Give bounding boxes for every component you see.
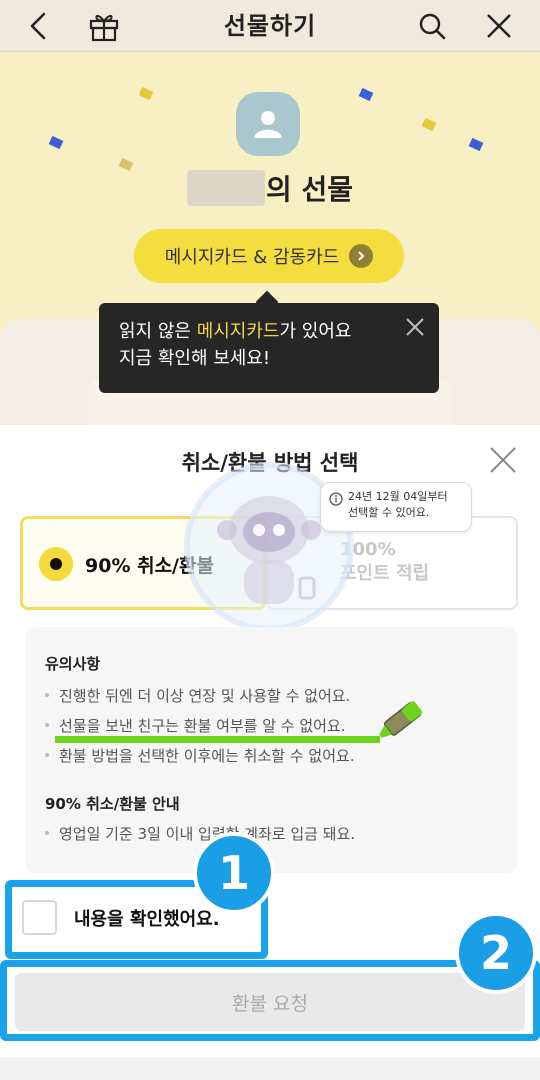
step-1-badge: 1: [193, 832, 275, 914]
blurred-sender-name: [187, 170, 265, 206]
close-icon: [487, 14, 511, 38]
page-title: 선물하기: [223, 12, 317, 40]
confirm-label: 내용을 확인했어요.: [74, 909, 220, 930]
close-icon: [406, 318, 424, 336]
notice-item: 진행한 뒤엔 더 이상 연장 및 사용할 수 없어요.: [45, 685, 350, 706]
tooltip-close-button[interactable]: [403, 315, 427, 339]
confetti-piece: [421, 117, 437, 132]
confetti-piece: [468, 137, 484, 152]
refund-guide-item: 영업일 기준 3일 이내 입력한 계좌로 입금 돼요.: [45, 823, 355, 844]
bottom-bar: [0, 1057, 540, 1080]
message-card-button-label: 메시지카드 & 감동카드: [164, 247, 340, 268]
step-2-badge: 2: [455, 912, 537, 994]
unread-card-tooltip: 읽지 않은 메시지카드가 있어요 지금 확인해 보세요!: [99, 303, 439, 393]
confetti-piece: [48, 135, 64, 150]
confetti-piece: [118, 157, 134, 172]
tooltip-line-1: 읽지 않은 메시지카드가 있어요: [119, 321, 352, 342]
search-icon: [419, 13, 446, 40]
gift-page-background: 선물하기 의 선물 메시지카드 & 감동카드 읽지 않은 메시지카드가 있어요 …: [0, 0, 540, 425]
radio-selected-icon: [39, 547, 73, 581]
notice-heading: 유의사항: [45, 655, 101, 673]
refund-request-button[interactable]: 환불 요청: [15, 973, 525, 1031]
availability-line-1: 24년 12월 04일부터: [348, 490, 448, 503]
confirm-checkbox[interactable]: [22, 900, 57, 935]
close-icon: [490, 447, 516, 473]
sender-avatar: [236, 92, 300, 156]
tooltip-line-2: 지금 확인해 보세요!: [119, 348, 271, 369]
search-button[interactable]: [410, 4, 454, 48]
notice-item: 선물을 보낸 친구는 환불 여부를 알 수 없어요.: [45, 715, 346, 736]
close-page-button[interactable]: [477, 4, 521, 48]
confetti-piece: [358, 87, 374, 102]
confetti-piece: [138, 86, 154, 101]
chevron-right-icon: [349, 244, 374, 268]
notice-box: 유의사항 진행한 뒤엔 더 이상 연장 및 사용할 수 없어요. 선물을 보낸 …: [25, 627, 517, 873]
highlighter-marker-icon: [379, 701, 423, 738]
green-highlight-underline: [55, 736, 380, 743]
message-card-button[interactable]: 메시지카드 & 감동카드: [134, 229, 404, 283]
gift-title-suffix: 의 선물: [266, 173, 354, 206]
person-icon: [254, 111, 282, 138]
top-navigation-bar: 선물하기: [0, 0, 540, 52]
refund-method-sheet: 취소/환불 방법 선택 90% 취소/환불 100% 포인트 적립 24년 12…: [0, 425, 540, 1080]
sheet-close-button[interactable]: [488, 445, 518, 475]
availability-line-2: 선택할 수 있어요.: [348, 506, 430, 519]
notice-item: 환불 방법을 선택한 이후에는 취소할 수 없어요.: [45, 745, 355, 766]
info-icon: [329, 492, 343, 506]
tooltip-highlight: 메시지카드: [196, 321, 280, 342]
refund-guide-heading: 90% 취소/환불 안내: [45, 795, 180, 813]
availability-tooltip: 24년 12월 04일부터 선택할 수 있어요.: [320, 482, 472, 532]
